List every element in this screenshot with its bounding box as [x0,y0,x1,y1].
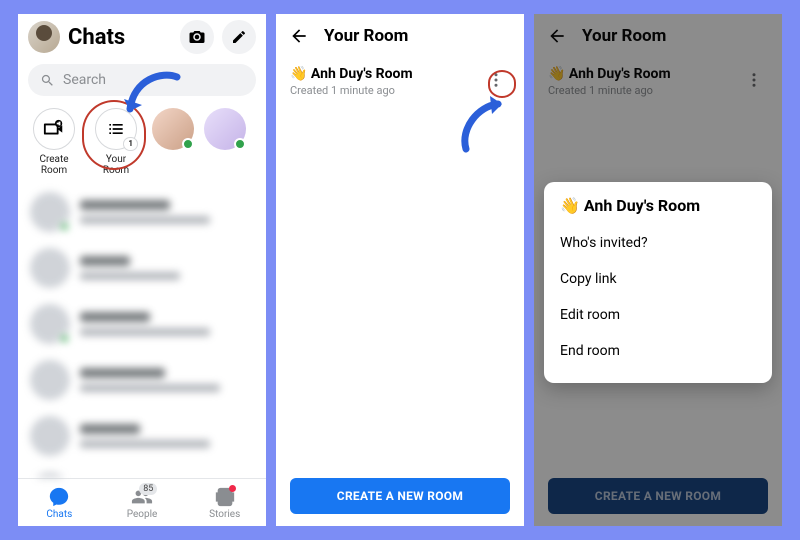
room-name: 👋 Anh Duy's Room [290,66,482,82]
chats-header: Chats [18,14,266,60]
page-title: Chats [68,25,172,50]
create-btn-label: CREATE A NEW ROOM [337,489,463,503]
end-room-option[interactable]: End room [560,333,756,369]
room-options-button[interactable] [740,66,768,94]
page-title: Your Room [324,26,408,46]
list-item[interactable] [18,408,266,464]
tab-people[interactable]: 85 People [101,479,184,526]
tab-chats[interactable]: Chats [18,479,101,526]
whos-invited-option[interactable]: Who's invited? [560,225,756,261]
sheet-title: 👋 Anh Duy's Room [560,196,756,215]
room-name: 👋 Anh Duy's Room [548,66,740,82]
your-room-label: Your Room [103,154,129,176]
list-item[interactable] [18,240,266,296]
chat-list [18,184,266,478]
active-contact-avatar[interactable] [152,108,194,150]
active-contact-avatar[interactable] [204,108,246,150]
tab-label: People [127,509,158,520]
tab-label: Chats [46,509,72,520]
room-options-button[interactable] [482,66,510,94]
pencil-icon [231,29,247,45]
user-avatar[interactable] [28,21,60,53]
copy-link-option[interactable]: Copy link [560,261,756,297]
page-title: Your Room [582,26,666,46]
notification-dot-icon [229,485,236,492]
more-vert-icon [745,71,763,89]
bottom-nav: Chats 85 People Stories [18,478,266,526]
arrow-left-icon [289,26,309,46]
create-new-room-button[interactable]: CREATE A NEW ROOM [290,478,510,514]
create-new-room-button[interactable]: CREATE A NEW ROOM [548,478,768,514]
room-header: Your Room [534,14,782,58]
your-room-badge: 1 [123,137,138,151]
camera-button[interactable] [180,20,214,54]
online-dot-icon [234,138,246,150]
screen-room-options: Your Room 👋 Anh Duy's Room Created 1 min… [534,14,782,526]
room-subtitle: Created 1 minute ago [290,84,482,97]
list-icon [106,119,126,139]
arrow-left-icon [547,26,567,46]
back-button[interactable] [288,25,310,47]
compose-button[interactable] [222,20,256,54]
more-vert-icon [487,71,505,89]
search-icon [40,73,55,88]
your-room-button[interactable]: 1 Your Room [90,108,142,176]
room-options-sheet: 👋 Anh Duy's Room Who's invited? Copy lin… [544,182,772,383]
search-placeholder: Search [63,72,106,88]
list-item[interactable] [18,464,266,478]
camera-icon [188,28,206,46]
screen-your-room: Your Room 👋 Anh Duy's Room Created 1 min… [276,14,524,526]
list-item[interactable] [18,184,266,240]
search-input[interactable]: Search [28,64,256,96]
list-item[interactable] [18,296,266,352]
rooms-row: Create Room 1 Your Room [18,104,266,184]
screen-chats: Chats Search Create Room 1 Your Room [18,14,266,526]
chat-bubble-icon [48,486,70,508]
room-entry[interactable]: 👋 Anh Duy's Room Created 1 minute ago [534,58,782,105]
create-btn-label: CREATE A NEW ROOM [595,489,721,503]
people-badge: 85 [139,483,157,495]
edit-room-option[interactable]: Edit room [560,297,756,333]
tab-label: Stories [209,509,240,520]
create-room-button[interactable]: Create Room [28,108,80,176]
online-dot-icon [182,138,194,150]
tab-stories[interactable]: Stories [183,479,266,526]
room-entry[interactable]: 👋 Anh Duy's Room Created 1 minute ago [276,58,524,105]
list-item[interactable] [18,352,266,408]
video-plus-icon [43,118,65,140]
create-room-label: Create Room [39,154,68,176]
room-subtitle: Created 1 minute ago [548,84,740,97]
room-header: Your Room [276,14,524,58]
back-button[interactable] [546,25,568,47]
